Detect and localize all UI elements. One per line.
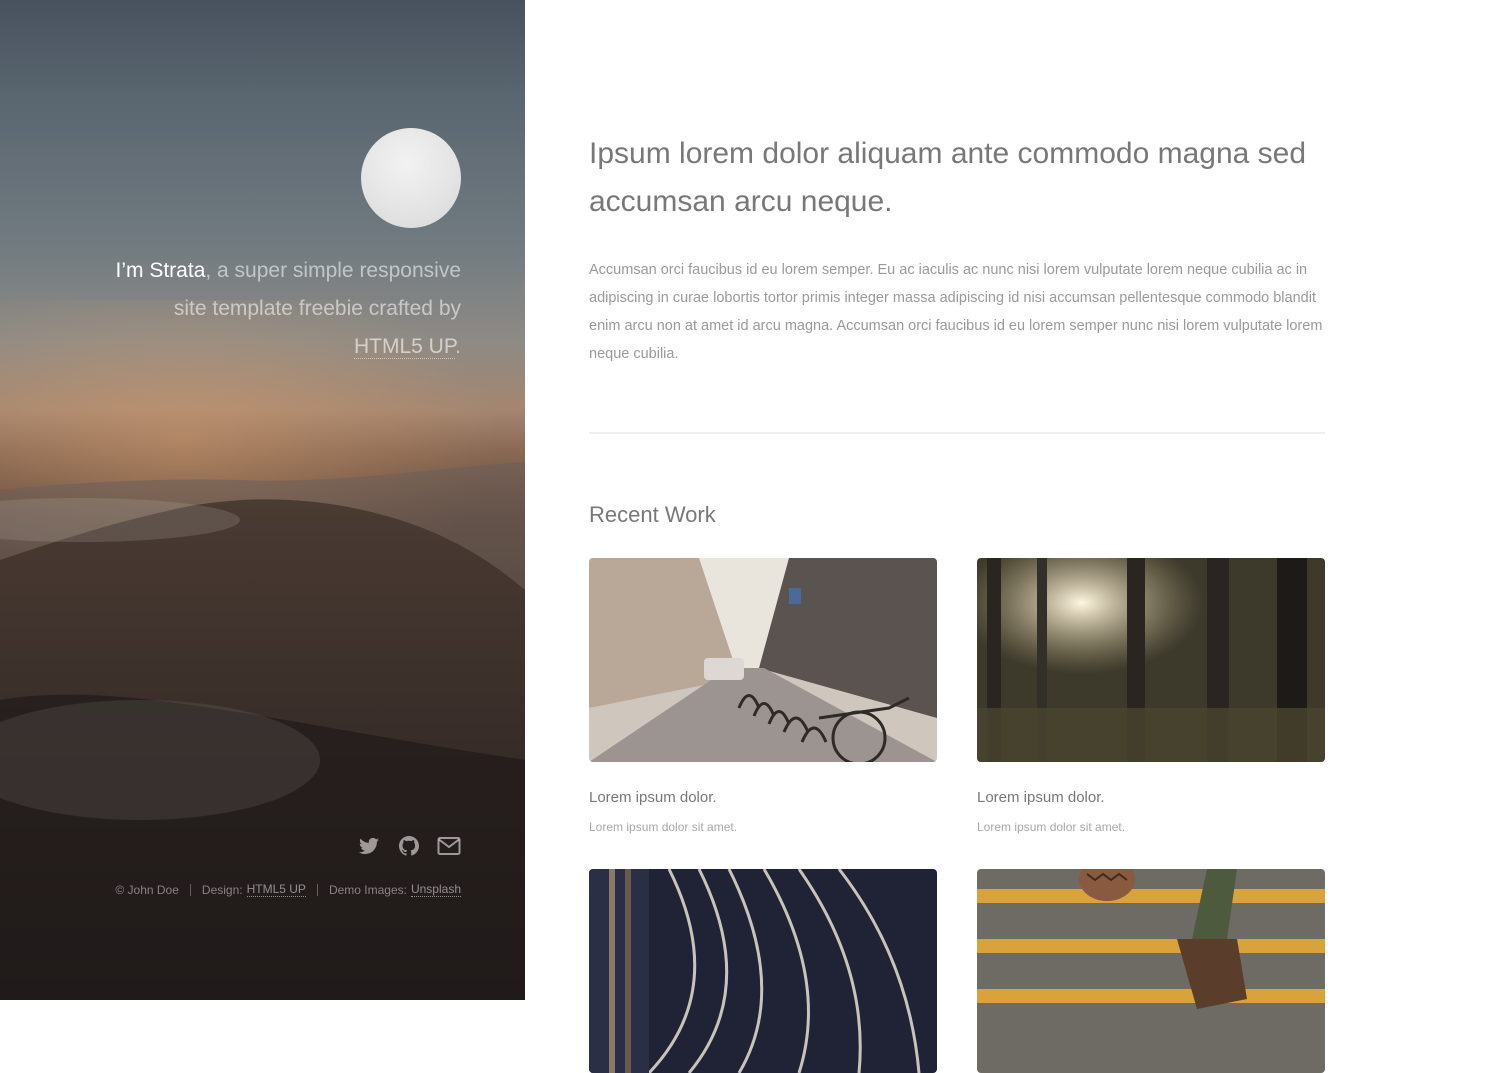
intro-paragraph: Accumsan orci faucibus id eu lorem sempe… <box>589 262 1323 362</box>
section-title: Recent Work <box>589 502 716 527</box>
work-description: Lorem ipsum dolor sit amet. <box>977 820 1126 834</box>
design-link[interactable]: HTML5 UP <box>246 882 306 897</box>
avatar <box>361 128 461 228</box>
divider <box>189 883 191 896</box>
design-label: Design: <box>201 882 243 897</box>
work-thumbnail-library[interactable] <box>589 869 937 1073</box>
copyright: © John Doe Design: HTML5 UP Demo Images: U… <box>115 882 461 897</box>
work-title: Lorem ipsum dolor. <box>977 789 1105 806</box>
intro-description: , a super simple responsive site templat… <box>173 259 461 320</box>
intro-name: I’m Strata <box>115 259 206 282</box>
sidebar: I’m Strata, a super simple responsive si… <box>0 0 525 1000</box>
divider <box>316 883 318 896</box>
html5up-link[interactable]: HTML5 UP <box>354 335 456 359</box>
images-label: Demo Images: <box>328 882 407 897</box>
images-link[interactable]: Unsplash <box>410 882 461 897</box>
work-thumbnail-forest[interactable] <box>977 558 1325 762</box>
envelope-icon[interactable] <box>437 834 461 858</box>
social-links <box>357 834 461 858</box>
work-title: Lorem ipsum dolor. <box>589 789 717 806</box>
work-description: Lorem ipsum dolor sit amet. <box>589 820 738 834</box>
divider <box>589 432 1325 434</box>
twitter-icon[interactable] <box>357 834 381 858</box>
main-content: Ipsum lorem dolor aliquam ante commodo m… <box>525 0 1500 1073</box>
copyright-owner: © John Doe <box>115 882 179 897</box>
page-headline: Ipsum lorem dolor aliquam ante commodo m… <box>589 137 1307 218</box>
work-thumbnail-street[interactable] <box>589 558 937 762</box>
intro-period: . <box>455 335 461 358</box>
work-thumbnail-steps[interactable] <box>977 869 1325 1073</box>
github-icon[interactable] <box>397 834 421 858</box>
intro-text: I’m Strata, a super simple responsive si… <box>101 252 461 366</box>
